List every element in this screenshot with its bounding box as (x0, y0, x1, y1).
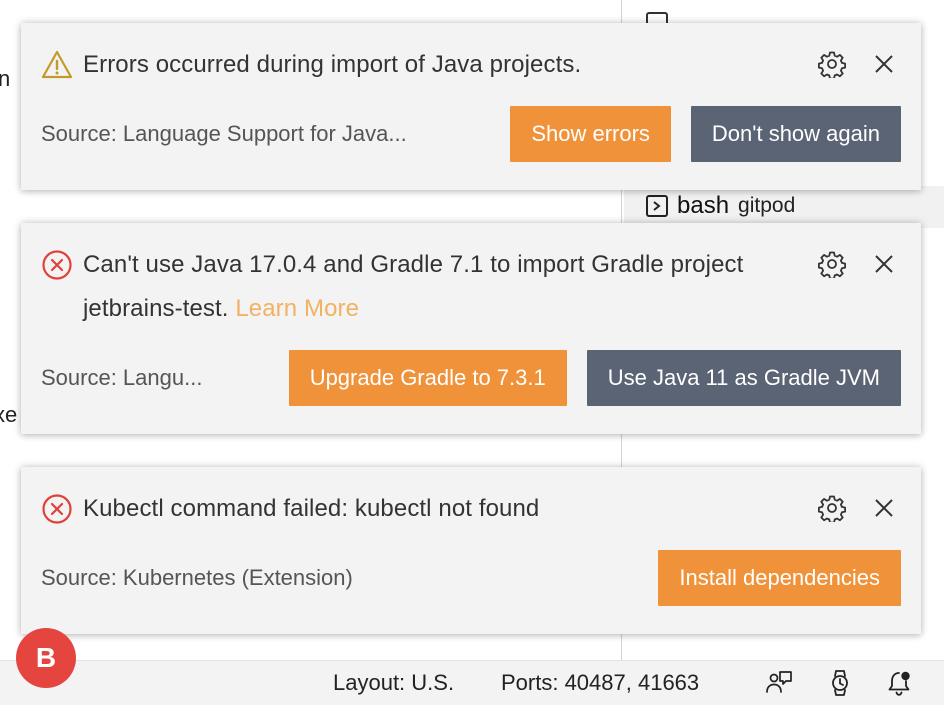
notification-footer: Source: Langu... Upgrade Gradle to 7.3.1… (41, 350, 901, 406)
gear-icon[interactable] (815, 247, 849, 281)
terminal-host: gitpod (738, 194, 796, 217)
notification-toolbar (815, 47, 901, 81)
notification-message-text: Errors occurred during import of Java pr… (83, 51, 582, 78)
notification-toolbar (815, 247, 901, 281)
notification-message-text: Can't use Java 17.0.4 and Gradle 7.1 to … (83, 251, 744, 322)
notification-message: Kubectl command failed: kubectl not foun… (83, 487, 763, 531)
notification-message-text: Kubectl command failed: kubectl not foun… (83, 495, 540, 522)
terminal-icon (646, 195, 668, 217)
upgrade-gradle-button[interactable]: Upgrade Gradle to 7.3.1 (288, 350, 567, 406)
warning-icon (41, 50, 73, 79)
bell-notification-icon[interactable] (884, 669, 914, 697)
notification-toast: Can't use Java 17.0.4 and Gradle 7.1 to … (21, 223, 921, 434)
notification-header: Kubectl command failed: kubectl not foun… (41, 491, 901, 531)
notification-toast: Kubectl command failed: kubectl not foun… (21, 467, 921, 634)
watch-icon[interactable] (825, 669, 855, 697)
editor-text-fragment: xe (0, 402, 18, 427)
ports-status[interactable]: Ports: 40487, 41663 (501, 661, 699, 705)
feedback-icon[interactable] (764, 669, 794, 697)
notification-footer: Source: Language Support for Java... Sho… (41, 106, 901, 162)
keyboard-layout-status[interactable]: Layout: U.S. (333, 661, 454, 705)
error-icon (42, 250, 72, 280)
close-icon[interactable] (867, 47, 901, 81)
show-errors-button[interactable]: Show errors (510, 106, 671, 162)
terminal-name: bash (677, 192, 730, 219)
notification-footer: Source: Kubernetes (Extension) Install d… (41, 550, 901, 606)
notification-message: Can't use Java 17.0.4 and Gradle 7.1 to … (83, 243, 763, 331)
terminal-list-item[interactable]: bash gitpod (646, 192, 795, 220)
error-icon (42, 494, 72, 524)
dont-show-again-button[interactable]: Don't show again (690, 106, 901, 162)
notification-source: Source: Kubernetes (Extension) (41, 565, 353, 590)
notification-header: Can't use Java 17.0.4 and Gradle 7.1 to … (41, 247, 901, 331)
close-icon[interactable] (867, 491, 901, 525)
gear-icon[interactable] (815, 491, 849, 525)
gear-icon[interactable] (815, 47, 849, 81)
avatar[interactable]: B (16, 628, 76, 688)
notification-message: Errors occurred during import of Java pr… (83, 43, 763, 87)
notification-source: Source: Language Support for Java... (41, 121, 407, 146)
notification-header: Errors occurred during import of Java pr… (41, 47, 901, 87)
use-java-11-button[interactable]: Use Java 11 as Gradle JVM (586, 350, 901, 406)
learn-more-link[interactable]: Learn More (235, 295, 359, 322)
install-dependencies-button[interactable]: Install dependencies (658, 550, 901, 606)
notification-source: Source: Langu... (41, 365, 203, 390)
close-icon[interactable] (867, 247, 901, 281)
editor-text-fragment: n (0, 66, 11, 91)
notification-toast: Errors occurred during import of Java pr… (21, 23, 921, 190)
status-bar: Layout: U.S. Ports: 40487, 41663 (0, 660, 944, 705)
notification-toolbar (815, 491, 901, 525)
